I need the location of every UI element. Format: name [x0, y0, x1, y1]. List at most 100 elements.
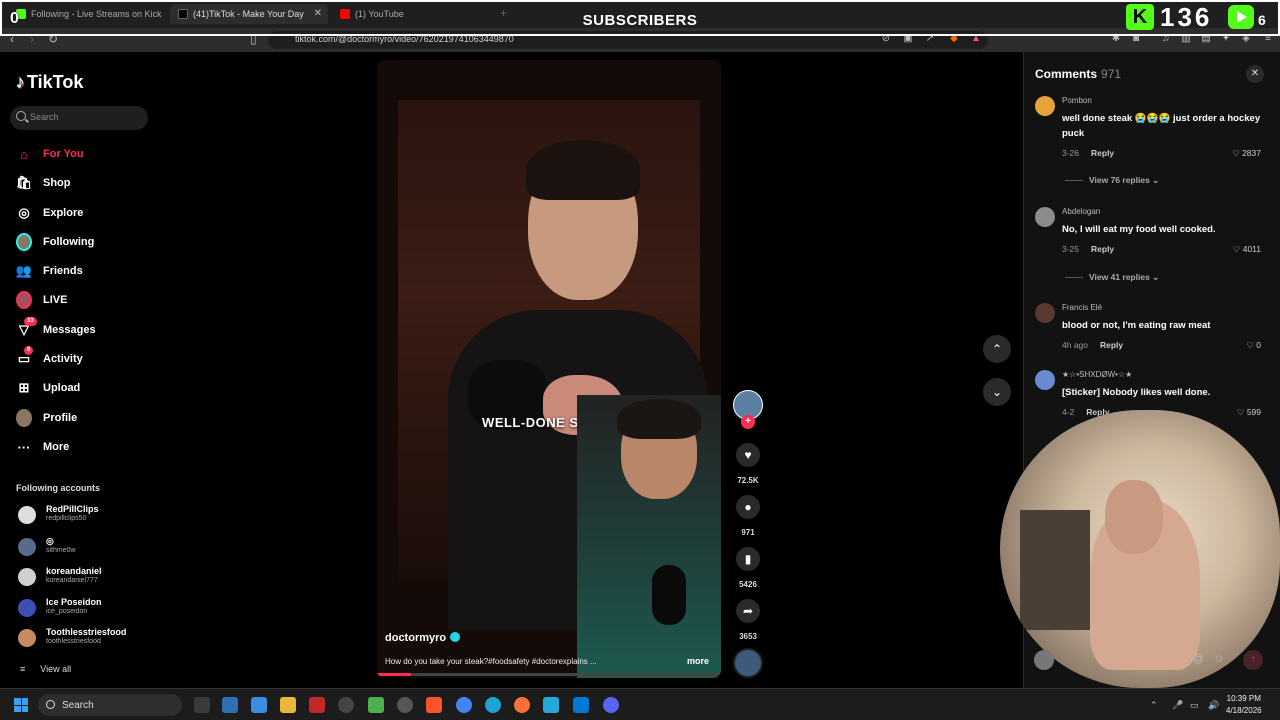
- sidebar-item-upload[interactable]: ⊞ Upload: [16, 378, 81, 398]
- windows-start-icon[interactable]: [14, 698, 28, 712]
- network-icon[interactable]: ▭: [1190, 700, 1199, 711]
- tray-chevron-icon[interactable]: ⌃: [1150, 700, 1158, 711]
- comment-user[interactable]: Abdelogan: [1062, 207, 1100, 216]
- send-comment-button[interactable]: ↑: [1243, 650, 1263, 670]
- forward-icon[interactable]: ›: [30, 32, 34, 46]
- avatar[interactable]: [1035, 370, 1055, 390]
- app-icon[interactable]: [543, 697, 559, 713]
- sidebar-item-messages[interactable]: ▽ 33 Messages: [16, 317, 96, 340]
- sidebar-toggle-icon[interactable]: ▥: [1180, 33, 1192, 45]
- view-replies-button[interactable]: View 41 replies ⌄: [1065, 272, 1159, 283]
- vscode-icon[interactable]: [573, 697, 589, 713]
- follow-plus-icon[interactable]: +: [741, 415, 755, 429]
- extension-icon[interactable]: ⊘: [880, 33, 892, 45]
- shield-icon[interactable]: ◈: [1240, 33, 1252, 45]
- comment-user[interactable]: ★☆•SHXDØW•☆★: [1062, 370, 1132, 379]
- app-icon[interactable]: [251, 697, 267, 713]
- app-icon[interactable]: [368, 697, 384, 713]
- sidebar-item-for-you[interactable]: ⌂ For You: [16, 144, 83, 164]
- view-replies-button[interactable]: View 76 replies ⌄: [1065, 175, 1159, 186]
- app-icon[interactable]: [222, 697, 238, 713]
- bookmark-icon[interactable]: ▯: [250, 32, 257, 46]
- app-icon[interactable]: [338, 697, 354, 713]
- brave-shield-icon[interactable]: ◆: [948, 33, 960, 45]
- comment-user[interactable]: Francis Elé: [1062, 303, 1102, 312]
- close-tab-icon[interactable]: ✕: [314, 8, 322, 19]
- reply-button[interactable]: Reply: [1091, 148, 1114, 158]
- media-icon[interactable]: ♫: [1160, 33, 1172, 45]
- vpn-icon[interactable]: ✦: [1220, 33, 1232, 45]
- chrome-icon[interactable]: [456, 697, 472, 713]
- file-explorer-icon[interactable]: [280, 697, 296, 713]
- firefox-icon[interactable]: [514, 697, 530, 713]
- sidebar-item-activity[interactable]: ▭ 8 Activity: [16, 346, 83, 369]
- like-icon[interactable]: ♥: [736, 443, 760, 467]
- reply-button[interactable]: Reply: [1091, 244, 1114, 254]
- tiktok-logo[interactable]: ♪ TikTok: [16, 72, 83, 93]
- tab-tiktok[interactable]: (41)TikTok - Make Your Day ✕: [170, 4, 328, 24]
- share-arrow-icon[interactable]: ➦: [736, 599, 760, 623]
- sidebar-item-label: Activity: [43, 353, 83, 365]
- brave-rewards-icon[interactable]: ▲: [970, 33, 982, 45]
- tab-kick[interactable]: Following - Live Streams on Kick: [8, 4, 168, 24]
- comment-item: Pombon well done steak 😭😭😭 just order a …: [1035, 96, 1275, 206]
- comments-title: Comments 971: [1035, 67, 1121, 81]
- sidebar-item-profile[interactable]: Profile: [16, 408, 77, 428]
- account-name: Toothlesstriesfood: [46, 627, 127, 637]
- comment-like[interactable]: ♡ 2837: [1221, 148, 1261, 159]
- volume-icon[interactable]: 🔊: [1208, 700, 1219, 711]
- sidebar-item-live[interactable]: LIVE: [16, 290, 67, 310]
- taskbar-search[interactable]: Search: [38, 694, 182, 716]
- reply-button[interactable]: Reply: [1100, 340, 1123, 350]
- logo-text: TikTok: [27, 72, 84, 92]
- caption-more-button[interactable]: more: [687, 656, 709, 666]
- app-icon[interactable]: [397, 697, 413, 713]
- screenshot-icon[interactable]: ▣: [902, 33, 914, 45]
- sidebar-item-more[interactable]: ··· More: [16, 437, 70, 457]
- wallet-icon[interactable]: ▤: [1200, 33, 1212, 45]
- edge-icon[interactable]: [485, 697, 501, 713]
- reload-icon[interactable]: ↻: [48, 32, 58, 46]
- comment-user[interactable]: Pombon: [1062, 96, 1092, 105]
- discord-icon[interactable]: [603, 697, 619, 713]
- tab-youtube[interactable]: (1) YouTube: [332, 4, 492, 24]
- app-icon[interactable]: [309, 697, 325, 713]
- task-view-icon[interactable]: [194, 697, 210, 713]
- comment-like[interactable]: ♡ 599: [1221, 407, 1261, 418]
- search-input[interactable]: Search: [10, 106, 148, 130]
- next-video-button[interactable]: ⌄: [983, 378, 1011, 406]
- video-player[interactable]: WELL-DONE STEAK doctormyro How do you ta…: [377, 60, 721, 678]
- video-progress-bar[interactable]: [377, 673, 721, 676]
- emoji-icon[interactable]: ☺: [1213, 653, 1224, 665]
- brave-browser-icon[interactable]: [426, 697, 442, 713]
- comment-like[interactable]: ♡ 4011: [1221, 244, 1261, 255]
- close-icon[interactable]: ✕: [1246, 65, 1264, 83]
- view-all-link[interactable]: ≡ View all: [20, 664, 71, 674]
- comment-input-tools: @ ☺: [1193, 653, 1224, 665]
- extensions-icon[interactable]: ✱: [1110, 33, 1122, 45]
- video-author[interactable]: doctormyro: [385, 632, 461, 644]
- previous-video-button[interactable]: ⌃: [983, 335, 1011, 363]
- taskbar-clock[interactable]: 10:39 PM 4/18/2026: [1226, 693, 1262, 717]
- back-icon[interactable]: ‹: [10, 32, 14, 46]
- comment-icon[interactable]: ●: [736, 495, 760, 519]
- avatar[interactable]: [1035, 207, 1055, 227]
- url-text[interactable]: tiktok.com/@doctormyro/video/76202197410…: [295, 34, 514, 44]
- sidebar-item-following[interactable]: Following: [16, 232, 94, 252]
- microphone-icon[interactable]: 🎤: [1172, 700, 1183, 711]
- sidebar-item-shop[interactable]: 🛍 Shop: [16, 173, 71, 193]
- new-tab-button[interactable]: +: [500, 6, 507, 20]
- comment-like[interactable]: ♡ 0: [1221, 340, 1261, 351]
- menu-icon[interactable]: ≡: [1262, 33, 1274, 45]
- avatar[interactable]: [1035, 303, 1055, 323]
- mention-icon[interactable]: @: [1193, 653, 1204, 665]
- bookmark-save-icon[interactable]: ▮: [736, 547, 760, 571]
- share-icon[interactable]: ↗: [924, 33, 936, 45]
- sidebar-item-friends[interactable]: 👥 Friends: [16, 261, 83, 281]
- avatar[interactable]: [1035, 96, 1055, 116]
- sidebar-item-explore[interactable]: ◎ Explore: [16, 203, 83, 223]
- comment-text: well done steak 😭😭😭 just order a hockey …: [1062, 113, 1261, 139]
- sidebar-item-label: Following: [43, 236, 95, 248]
- camera-icon[interactable]: ◙: [1130, 33, 1142, 45]
- music-disc-icon[interactable]: [733, 648, 763, 678]
